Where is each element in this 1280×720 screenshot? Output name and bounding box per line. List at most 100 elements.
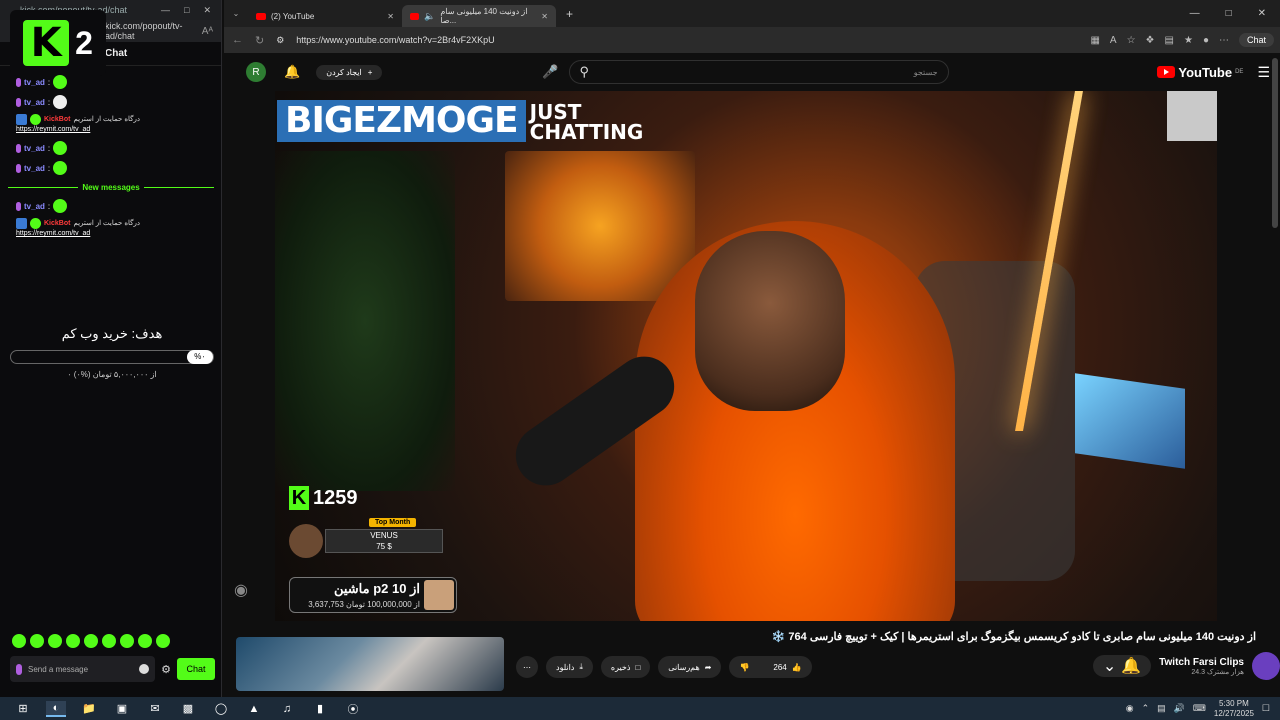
favorites-icon[interactable]: ★ bbox=[1184, 35, 1193, 46]
dislike-icon[interactable]: 👎 bbox=[739, 663, 749, 672]
share-button[interactable]: هم‌رسانی ➦ bbox=[658, 656, 722, 678]
monitor-app-icon[interactable]: ▩ bbox=[178, 701, 198, 717]
minimize-icon[interactable]: — bbox=[1190, 8, 1200, 19]
close-icon[interactable]: ✕ bbox=[203, 5, 211, 16]
download-button[interactable]: دانلود ⤓ bbox=[546, 656, 593, 678]
bot-username[interactable]: KickBot bbox=[44, 116, 70, 123]
tray-app-icon[interactable]: ◉ bbox=[1126, 703, 1134, 714]
chat-link[interactable]: https://reymit.com/tv_ad bbox=[0, 126, 222, 138]
fireplace-bg bbox=[505, 151, 695, 301]
store-icon[interactable]: ▣ bbox=[112, 701, 132, 717]
video-player[interactable]: BIGEZMOGE JUST CHATTING K 1259 Top Month… bbox=[275, 91, 1217, 621]
donation-goal-title: ماشین p2 از 10 bbox=[333, 581, 420, 596]
reader-mode-icon[interactable]: Aᴬ bbox=[202, 26, 221, 37]
chat-message-input[interactable]: Send a message bbox=[10, 656, 156, 682]
search-icon[interactable]: ⚲ bbox=[580, 64, 590, 80]
minimize-icon[interactable]: — bbox=[161, 5, 170, 16]
tab-youtube[interactable]: (2) YouTube ✕ bbox=[248, 5, 402, 27]
site-info-icon[interactable]: ⚙ bbox=[276, 35, 284, 46]
copilot-chat-button[interactable]: Chat bbox=[1238, 33, 1274, 47]
system-tray: ◉ ⌃ ▤ 🔊 ⌨ 5:30 PM 12/27/2025 ☐ bbox=[1126, 699, 1280, 719]
volume-icon[interactable]: 🔊 bbox=[1174, 703, 1185, 714]
emote-icon bbox=[53, 141, 68, 155]
emoji-picker-icon[interactable] bbox=[139, 664, 150, 674]
like-count[interactable]: 264 bbox=[773, 663, 786, 672]
url-field[interactable]: https://www.youtube.com/watch?v=2Br4vF2X… bbox=[296, 35, 494, 45]
emote-icon[interactable] bbox=[156, 634, 170, 648]
notification-icon[interactable]: ☐ bbox=[1262, 703, 1270, 714]
profile-icon[interactable]: ● bbox=[1203, 35, 1209, 46]
emote-icon[interactable] bbox=[66, 634, 80, 648]
close-tab-icon[interactable]: ✕ bbox=[387, 12, 394, 21]
subscribed-button[interactable]: ⌄ 🔔 bbox=[1092, 655, 1152, 677]
mic-badge-icon bbox=[16, 163, 21, 173]
edge-browser-icon[interactable]: ◐ bbox=[46, 700, 66, 717]
more-actions-button[interactable]: ⋯ bbox=[516, 656, 538, 678]
stats-app-icon[interactable]: ▮ bbox=[310, 701, 330, 717]
chat-username[interactable]: tv_ad bbox=[24, 144, 45, 153]
scrollbar[interactable] bbox=[1272, 58, 1278, 228]
obs-icon[interactable]: ⦿ bbox=[343, 701, 363, 717]
emote-icon[interactable] bbox=[120, 634, 134, 648]
search-input[interactable]: ⚲ جستجو bbox=[568, 60, 949, 84]
youtube-favicon-icon bbox=[410, 12, 420, 20]
extensions-icon[interactable]: ❖ bbox=[1146, 35, 1155, 46]
bot-username[interactable]: KickBot bbox=[44, 220, 70, 227]
speaker-icon[interactable]: 🔈 bbox=[424, 11, 435, 22]
create-button[interactable]: ایجاد کردن + bbox=[316, 64, 383, 80]
new-tab-button[interactable]: + bbox=[556, 7, 573, 21]
favorite-star-icon[interactable]: ☆ bbox=[1127, 35, 1136, 46]
refresh-icon[interactable]: ↻ bbox=[255, 34, 264, 47]
file-explorer-icon[interactable]: 📁 bbox=[79, 701, 99, 717]
maximize-icon[interactable]: □ bbox=[1226, 8, 1232, 19]
tab-video[interactable]: 🔈 از دونیت 140 میلیونی سام صا... ✕ bbox=[402, 5, 556, 27]
chat-username[interactable]: tv_ad bbox=[24, 202, 45, 211]
chat-link[interactable]: https://reymit.com/tv_ad bbox=[0, 230, 222, 242]
back-icon[interactable]: ← bbox=[232, 34, 243, 46]
emote-icon[interactable] bbox=[84, 634, 98, 648]
clock[interactable]: 5:30 PM 12/27/2025 bbox=[1214, 699, 1254, 719]
chat-send-button[interactable]: Chat bbox=[177, 658, 215, 680]
mail-icon[interactable]: ✉ bbox=[145, 701, 165, 717]
channel-name[interactable]: Twitch Farsi Clips bbox=[1159, 657, 1244, 668]
voice-search-icon[interactable]: 🎤 bbox=[542, 64, 558, 80]
chat-username[interactable]: tv_ad bbox=[24, 78, 45, 87]
collections-icon[interactable]: ▤ bbox=[1165, 35, 1174, 46]
chat-message: tv_ad : bbox=[0, 158, 222, 178]
close-icon[interactable]: ✕ bbox=[1258, 8, 1266, 19]
translate-icon[interactable]: A bbox=[1110, 35, 1117, 46]
bot-message-text: درگاه حمایت از استریم bbox=[73, 116, 140, 123]
recommended-video-thumbnail[interactable] bbox=[236, 637, 504, 691]
bell-icon[interactable]: 🔔 bbox=[284, 64, 300, 80]
apps-icon[interactable]: ▦ bbox=[1090, 35, 1099, 46]
avatar[interactable] bbox=[1252, 652, 1280, 680]
more-icon[interactable]: ⋯ bbox=[1219, 35, 1229, 46]
nvidia-icon[interactable]: ▲ bbox=[244, 701, 264, 717]
avatar[interactable]: R bbox=[246, 62, 266, 82]
youtube-logo[interactable]: YouTube DE bbox=[1157, 65, 1243, 80]
new-messages-divider[interactable]: New messages bbox=[0, 178, 222, 196]
maximize-icon[interactable]: □ bbox=[184, 5, 189, 16]
chrome-icon[interactable]: ◯ bbox=[211, 701, 231, 717]
chat-username[interactable]: tv_ad bbox=[24, 98, 45, 107]
save-button[interactable]: ذخیره □ bbox=[600, 656, 651, 678]
emote-icon[interactable] bbox=[102, 634, 116, 648]
emote-icon[interactable] bbox=[30, 634, 44, 648]
windows-start-icon[interactable]: ⊞ bbox=[13, 701, 33, 717]
chevron-up-icon[interactable]: ⌃ bbox=[1142, 703, 1150, 714]
close-tab-icon[interactable]: ✕ bbox=[541, 12, 548, 21]
top-donor-amount: 75 $ bbox=[376, 542, 392, 551]
chevron-down-icon: ⌄ bbox=[1102, 658, 1117, 675]
hamburger-menu-icon[interactable]: ☰ bbox=[1257, 64, 1270, 81]
emote-icon[interactable] bbox=[48, 634, 62, 648]
emote-icon[interactable] bbox=[138, 634, 152, 648]
windows-taskbar: ⊞ ◐ 📁 ▣ ✉ ▩ ◯ ▲ ♫ ▮ ⦿ ◉ ⌃ ▤ 🔊 ⌨ 5:30 PM … bbox=[0, 697, 1280, 720]
like-icon[interactable]: 👍 bbox=[792, 663, 802, 672]
network-icon[interactable]: ▤ bbox=[1157, 703, 1166, 714]
chat-username[interactable]: tv_ad bbox=[24, 164, 45, 173]
keyboard-icon[interactable]: ⌨ bbox=[1193, 703, 1206, 714]
gear-icon[interactable]: ⚙ bbox=[161, 663, 171, 676]
emote-icon[interactable] bbox=[12, 634, 26, 648]
spotify-icon[interactable]: ♫ bbox=[277, 701, 297, 717]
tab-menu-icon[interactable]: ⌄ bbox=[224, 9, 248, 18]
